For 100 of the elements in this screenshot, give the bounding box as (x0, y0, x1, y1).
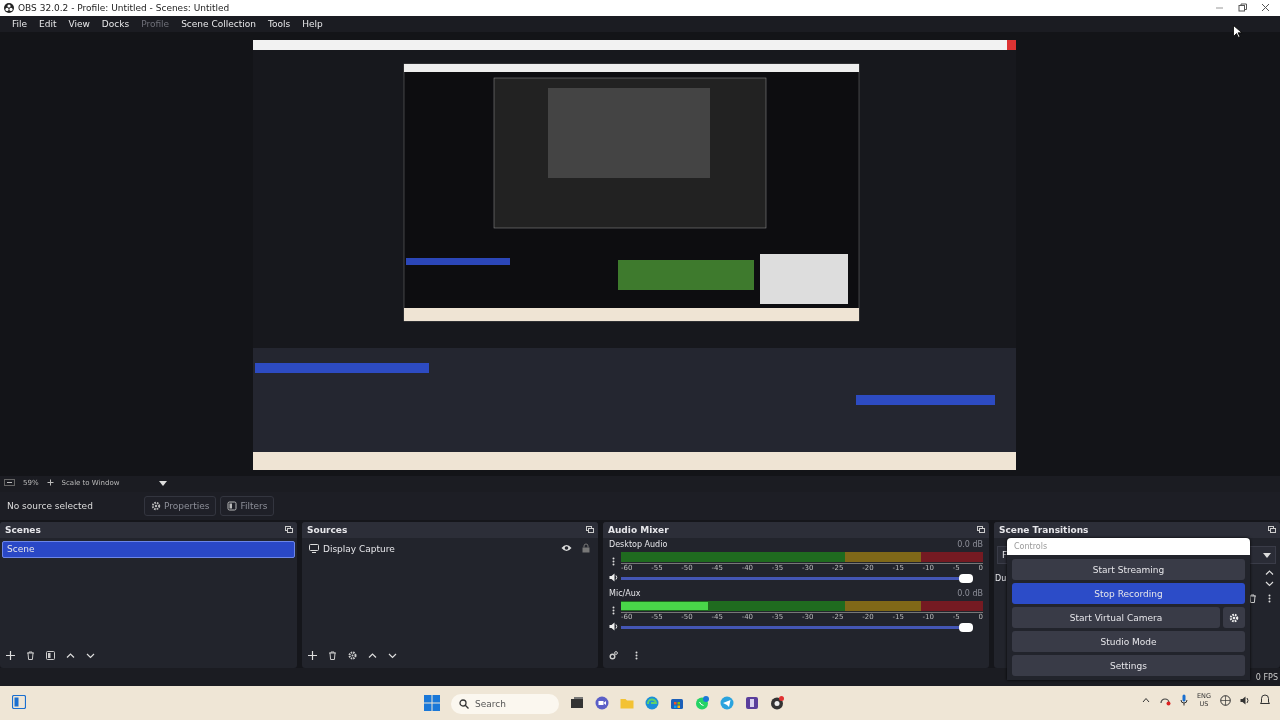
volume-reading: 0.0 dB (957, 589, 983, 600)
undock-button[interactable] (285, 525, 293, 535)
advanced-audio-button[interactable] (609, 650, 618, 662)
channel-name: Mic/Aux (609, 589, 641, 600)
add-button[interactable] (6, 650, 15, 662)
minus-icon (4, 478, 15, 486)
visibility-toggle[interactable] (561, 543, 572, 554)
float-icon (285, 526, 293, 533)
chevron-down-icon (1265, 579, 1274, 588)
taskbar-app[interactable] (770, 696, 784, 712)
menu-item[interactable]: Scene Collection (175, 19, 262, 29)
menu-item[interactable]: Edit (33, 19, 63, 29)
video-call-icon (595, 696, 609, 710)
channel-name: Desktop Audio (609, 540, 668, 551)
gear-icon (348, 650, 357, 660)
slider-thumb[interactable] (959, 574, 973, 583)
taskbar-app[interactable] (670, 696, 684, 712)
trash-icon (26, 650, 35, 660)
chevron-up-icon (1142, 697, 1150, 703)
close-icon (1261, 2, 1270, 12)
window-title: OBS 32.0.2 - Profile: Untitled - Scenes: Untitled (18, 3, 231, 13)
menu-item[interactable]: Help (296, 19, 329, 29)
menu-item[interactable]: File (6, 19, 34, 29)
properties-button[interactable] (348, 650, 357, 662)
gear-icon (151, 501, 161, 511)
remove-button[interactable] (328, 650, 337, 662)
search-field[interactable]: Search (451, 694, 559, 714)
filters-button[interactable]: Filters (220, 496, 275, 516)
chevron-up-icon (368, 650, 377, 660)
mute-button[interactable] (609, 573, 618, 584)
lock-icon (582, 542, 590, 553)
start-button[interactable] (424, 695, 440, 713)
dock-title: Scene Transitions (999, 525, 1089, 535)
mute-button[interactable] (609, 622, 618, 633)
properties-button[interactable]: Properties (144, 496, 217, 516)
taskbar-app[interactable] (745, 696, 759, 712)
fps-indicator: 0 FPS (1255, 672, 1278, 682)
close-button[interactable] (1261, 2, 1270, 14)
plus-icon (308, 650, 317, 660)
undock-button[interactable] (977, 525, 985, 535)
chevron-up-icon (1265, 568, 1274, 577)
control-button[interactable]: Studio Mode (1012, 631, 1245, 652)
lock-toggle[interactable] (582, 542, 590, 555)
dock-title: Sources (307, 525, 348, 535)
dropdown-arrow-icon (1263, 552, 1271, 558)
undock-button[interactable] (586, 525, 594, 535)
maximize-button[interactable] (1238, 2, 1247, 14)
status-text: No source selected (7, 501, 94, 511)
control-button[interactable]: Settings (1012, 655, 1245, 676)
volume-slider[interactable] (621, 574, 973, 583)
scene-item[interactable]: Scene (2, 541, 295, 558)
remove-button[interactable] (26, 650, 35, 662)
browser-icon (645, 696, 659, 710)
task-view-icon (570, 696, 584, 710)
app-icon (745, 696, 759, 710)
filters-button[interactable] (46, 650, 55, 662)
menu-item[interactable]: Docks (95, 19, 136, 29)
zoom-out-button[interactable] (4, 478, 15, 488)
filter-icon (46, 650, 55, 660)
volume-reading: 0.0 dB (957, 540, 983, 551)
add-button[interactable] (308, 650, 317, 662)
volume-icon (1240, 694, 1251, 706)
dropdown-arrow-icon (159, 480, 168, 486)
dock-title: Audio Mixer (608, 525, 669, 535)
settings-button[interactable] (1223, 607, 1245, 628)
menu-item[interactable]: Tools (261, 19, 297, 29)
panel-icon (12, 695, 26, 709)
filter-icon (227, 501, 238, 511)
monitor-icon (309, 544, 319, 553)
paper-plane-icon (720, 696, 734, 710)
notification-icon (1260, 694, 1270, 706)
plus-icon (46, 478, 54, 486)
speaker-icon (609, 622, 618, 631)
gears-icon (609, 650, 618, 660)
eye-icon (561, 543, 572, 552)
speaker-icon (609, 573, 618, 582)
widgets-button[interactable] (12, 695, 26, 711)
plus-icon (6, 650, 15, 660)
float-icon (586, 526, 594, 533)
control-button[interactable]: Start Streaming (1012, 559, 1245, 580)
control-button[interactable]: Start Virtual Camera (1012, 607, 1220, 628)
volume-slider[interactable] (621, 623, 973, 632)
float-icon (977, 526, 985, 533)
source-item[interactable]: Display Capture (323, 543, 557, 554)
search-icon (459, 699, 469, 709)
slider-thumb[interactable] (959, 623, 973, 632)
globe-icon (1220, 694, 1231, 706)
chat-icon (695, 696, 709, 710)
trash-icon (1248, 594, 1257, 603)
menu-item[interactable]: View (62, 19, 96, 29)
remove-button[interactable] (1248, 594, 1257, 605)
cursor-icon (1233, 25, 1242, 38)
control-button[interactable]: Stop Recording (1012, 583, 1245, 604)
dock-title: Controls (1007, 538, 1250, 555)
dock-title: Scenes (5, 525, 41, 535)
gear-icon (1229, 612, 1239, 623)
windows-icon (424, 695, 440, 711)
undock-button[interactable] (1268, 525, 1276, 535)
taskbar-app[interactable] (595, 696, 609, 712)
zoom-in-button[interactable] (46, 478, 54, 488)
